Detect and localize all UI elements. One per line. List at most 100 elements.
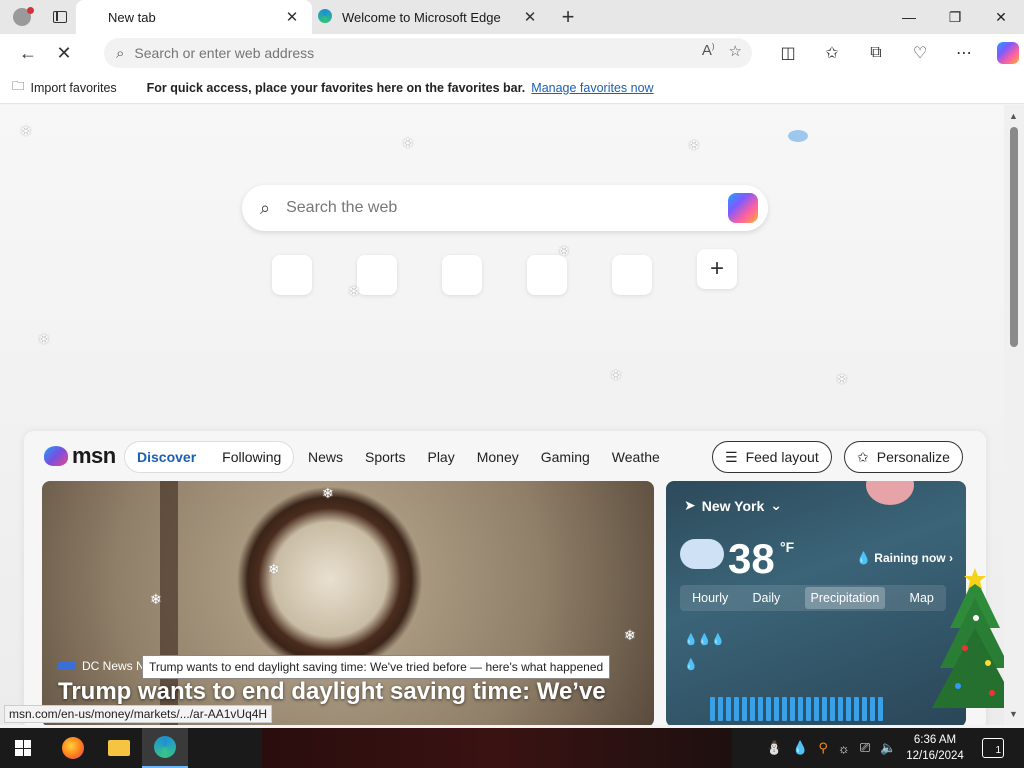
scrollbar-thumb[interactable] bbox=[1010, 127, 1018, 347]
feed-layout-button[interactable]: ☰ Feed layout bbox=[712, 441, 832, 473]
firefox-taskbar-button[interactable] bbox=[50, 728, 96, 768]
nav-weather[interactable]: Weathe bbox=[612, 449, 660, 465]
web-search-box[interactable]: ⌕ Search the web bbox=[242, 185, 768, 231]
article-headline[interactable]: Trump wants to end daylight saving time:… bbox=[58, 677, 648, 707]
import-favorites-label: Import favorites bbox=[30, 80, 117, 95]
new-tab-button[interactable]: + bbox=[550, 0, 586, 34]
weather-tab-hourly[interactable]: Hourly bbox=[692, 591, 728, 605]
firefox-icon bbox=[62, 737, 84, 759]
msn-butterfly-icon bbox=[44, 446, 68, 466]
weather-location-name: New York bbox=[701, 497, 765, 514]
notification-center-button[interactable]: 1 bbox=[982, 738, 1004, 758]
quick-link-tile[interactable] bbox=[527, 255, 567, 295]
nav-sports[interactable]: Sports bbox=[365, 449, 405, 465]
read-aloud-icon[interactable]: A) bbox=[702, 42, 715, 60]
favorites-icon[interactable]: ✩ bbox=[810, 34, 854, 72]
settings-more-icon[interactable]: ⋯ bbox=[942, 34, 986, 72]
snowflake-icon: ❄ bbox=[38, 331, 50, 347]
weather-decoration bbox=[866, 481, 914, 505]
copilot-button[interactable] bbox=[986, 34, 1024, 72]
import-favorites-button[interactable]: 🗀 Import favorites bbox=[12, 77, 117, 98]
nav-gaming[interactable]: Gaming bbox=[541, 449, 590, 465]
weather-card[interactable]: ➤ New York ⌄ 38 °F 💧 Raining now › Hourl… bbox=[666, 481, 966, 725]
precipitation-bar bbox=[822, 697, 827, 721]
tab-discover[interactable]: Discover bbox=[137, 449, 196, 465]
snowflake-icon: ❄ bbox=[402, 135, 414, 151]
quick-link-tile[interactable] bbox=[272, 255, 312, 295]
msn-logo[interactable]: msn bbox=[44, 443, 116, 469]
snowflake-icon: ❄ bbox=[558, 243, 570, 259]
personalize-button[interactable]: ✩ Personalize bbox=[844, 441, 963, 473]
tray-search-icon[interactable]: ⚲ bbox=[818, 740, 828, 756]
notification-count: 1 bbox=[995, 745, 1001, 756]
folder-icon bbox=[108, 740, 130, 756]
nav-money[interactable]: Money bbox=[477, 449, 519, 465]
add-quick-link-button[interactable]: + bbox=[697, 249, 737, 289]
stop-loading-button[interactable]: ✕ bbox=[46, 35, 82, 71]
scroll-down-arrow-icon[interactable]: ▼ bbox=[1009, 709, 1018, 719]
tray-app-icon[interactable]: ⛄ bbox=[766, 740, 782, 756]
close-window-button[interactable]: ✕ bbox=[978, 0, 1024, 34]
feed-tab-switcher: Discover Following bbox=[124, 441, 295, 473]
precipitation-bar bbox=[734, 697, 739, 721]
address-input[interactable] bbox=[134, 45, 655, 61]
hero-article-card[interactable]: ❄ ❄ ❄ ❄ DC News N Trump wants to end day… bbox=[42, 481, 654, 725]
weather-condition[interactable]: 💧 Raining now › bbox=[856, 551, 953, 565]
precipitation-bar bbox=[726, 697, 731, 721]
nav-play[interactable]: Play bbox=[427, 449, 454, 465]
favorites-bar: 🗀 Import favorites For quick access, pla… bbox=[0, 72, 1024, 104]
copilot-icon bbox=[997, 42, 1019, 64]
copilot-icon[interactable] bbox=[728, 193, 758, 223]
precipitation-bar bbox=[718, 697, 723, 721]
precipitation-bar bbox=[798, 697, 803, 721]
quick-link-tile[interactable] bbox=[612, 255, 652, 295]
tab-actions-menu-button[interactable] bbox=[44, 0, 76, 34]
precipitation-drops-icon: 💧💧💧 💧 bbox=[684, 634, 726, 671]
system-tray: ⛄ 💧 ⚲ ☼ ⎚ 🔈 bbox=[766, 728, 896, 768]
start-button[interactable] bbox=[0, 728, 46, 768]
page-scrollbar[interactable]: ▲ ▼ bbox=[1004, 105, 1024, 725]
network-icon[interactable]: ⎚ bbox=[860, 740, 870, 756]
tray-sun-icon[interactable]: ☼ bbox=[838, 741, 850, 756]
precipitation-bar bbox=[846, 697, 851, 721]
taskbar-wallpaper-area bbox=[262, 728, 732, 768]
browser-essentials-icon[interactable]: ♡ bbox=[898, 34, 942, 72]
volume-icon[interactable]: 🔈 bbox=[880, 740, 896, 756]
maximize-button[interactable]: ❐ bbox=[932, 0, 978, 34]
close-tab-icon[interactable]: ✕ bbox=[520, 7, 540, 27]
precipitation-bar bbox=[758, 697, 763, 721]
weather-location[interactable]: ➤ New York ⌄ bbox=[684, 497, 782, 514]
taskbar-clock[interactable]: 6:36 AM 12/16/2024 bbox=[902, 732, 968, 764]
weather-cloud-icon[interactable] bbox=[786, 127, 810, 143]
weather-tab-daily[interactable]: Daily bbox=[752, 591, 780, 605]
scroll-up-arrow-icon[interactable]: ▲ bbox=[1009, 111, 1018, 121]
weather-tab-precipitation[interactable]: Precipitation bbox=[804, 587, 886, 609]
file-explorer-taskbar-button[interactable] bbox=[96, 728, 142, 768]
precipitation-bar bbox=[870, 697, 875, 721]
favorites-bar-message: For quick access, place your favorites h… bbox=[146, 80, 526, 95]
clock-date: 12/16/2024 bbox=[906, 750, 964, 762]
tab-new-tab[interactable]: New tab ✕ bbox=[76, 0, 312, 34]
tray-drop-icon[interactable]: 💧 bbox=[792, 740, 808, 756]
collections-icon[interactable]: ⧉ bbox=[854, 34, 898, 72]
close-tab-icon[interactable]: ✕ bbox=[282, 7, 302, 27]
quick-link-tile[interactable] bbox=[357, 255, 397, 295]
snowflake-icon: ❄ bbox=[20, 123, 32, 139]
edge-taskbar-button[interactable] bbox=[142, 728, 188, 768]
tab-title: Welcome to Microsoft Edge bbox=[342, 9, 501, 25]
manage-favorites-link[interactable]: Manage favorites now bbox=[531, 81, 653, 95]
tab-following[interactable]: Following bbox=[222, 449, 281, 465]
minimize-button[interactable]: — bbox=[886, 0, 932, 34]
back-button[interactable]: ← bbox=[10, 35, 46, 71]
tab-welcome[interactable]: Welcome to Microsoft Edge ✕ bbox=[312, 0, 550, 34]
precipitation-bar bbox=[830, 697, 835, 721]
source-logo-icon bbox=[58, 662, 76, 670]
address-bar[interactable]: ⌕ A) ☆ bbox=[104, 38, 752, 68]
split-screen-icon[interactable]: ◫ bbox=[766, 34, 810, 72]
weather-temperature: 38 bbox=[728, 535, 775, 582]
nav-news[interactable]: News bbox=[308, 449, 343, 465]
profile-button[interactable] bbox=[0, 0, 44, 34]
add-favorite-star-icon[interactable]: ☆ bbox=[729, 42, 742, 60]
quick-link-tile[interactable] bbox=[442, 255, 482, 295]
rain-cloud-icon bbox=[680, 539, 724, 569]
